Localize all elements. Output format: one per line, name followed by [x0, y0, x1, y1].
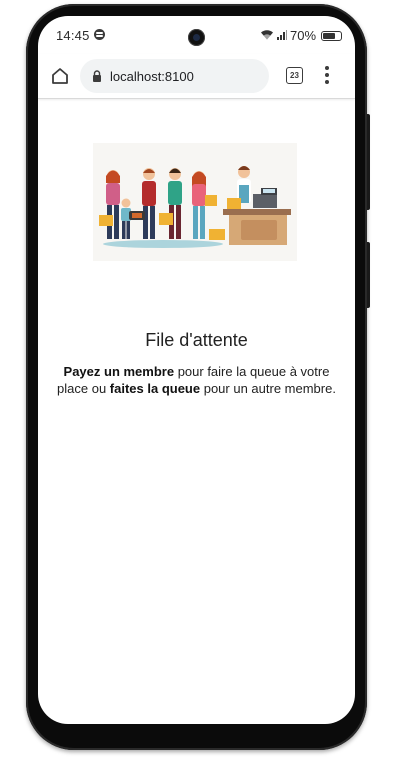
lock-icon [93, 70, 101, 82]
more-menu-icon[interactable] [323, 66, 331, 86]
battery-icon [321, 31, 342, 41]
tabs-icon[interactable]: 23 [286, 67, 303, 84]
phone-screen: 14:45 70% localhost:8100 23 File d'atten… [38, 16, 355, 724]
wifi-icon [261, 30, 273, 40]
queue-illustration [93, 143, 297, 261]
spotify-icon [94, 29, 105, 40]
url-text: localhost:8100 [110, 69, 194, 84]
home-icon[interactable] [50, 66, 70, 86]
volume-button [367, 114, 370, 210]
page-description: Payez un membre pour faire la queue à vo… [52, 363, 341, 397]
status-time: 14:45 [56, 28, 90, 43]
url-bar[interactable]: localhost:8100 [80, 59, 269, 93]
power-button [367, 242, 370, 308]
phone-frame: 14:45 70% localhost:8100 23 File d'atten… [26, 4, 370, 750]
status-bar: 14:45 70% [38, 16, 355, 50]
battery-percent: 70% [290, 28, 317, 43]
signal-icon [277, 30, 287, 40]
page-title: File d'attente [145, 330, 248, 350]
browser-toolbar: localhost:8100 23 [38, 54, 355, 99]
desc-bold-pay-member: Payez un membre [63, 364, 175, 379]
desc-bold-queue: faites la queue [109, 381, 201, 396]
page-content: File d'attente Payez un membre pour fair… [38, 99, 355, 724]
desc-text-2: pour un autre membre. [200, 381, 336, 396]
front-camera [188, 29, 205, 46]
